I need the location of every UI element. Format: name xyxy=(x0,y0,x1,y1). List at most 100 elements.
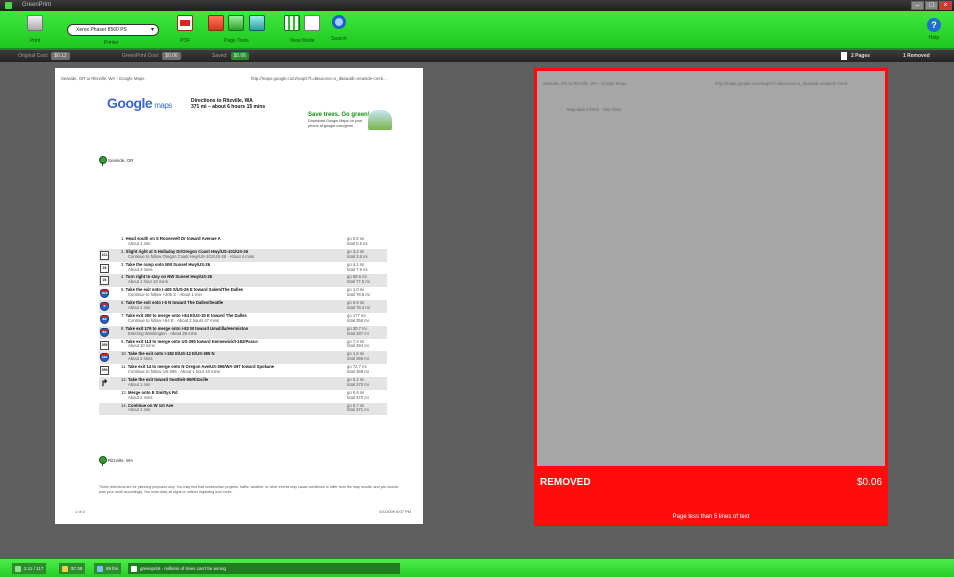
single-page-icon[interactable] xyxy=(304,15,321,31)
direction-step: 1. Head south on S Roosevelt Dr toward A… xyxy=(99,236,387,249)
close-button[interactable]: × xyxy=(939,1,952,10)
edit-page-icon[interactable] xyxy=(248,15,265,31)
step-duration: About 1 hour 10 mins xyxy=(128,279,168,285)
step-text: 2. Slight right at S Holladay Dr/Oregon … xyxy=(121,249,341,260)
page-preview-2[interactable]: Seaside, OR to Ritzville, WA - Google Ma… xyxy=(534,68,888,526)
highway-sign-icon: 395 xyxy=(100,340,109,350)
step-distance: go 0.9 mi total 79.4 mi xyxy=(347,300,387,311)
step-duration: About 1 min xyxy=(128,240,151,246)
direction-step: ↱ 12. Take the exit toward Seattle/I-90/R… xyxy=(99,376,387,390)
pdf-button[interactable]: PDF xyxy=(177,15,193,44)
greenprint-cost: GreenPrint Cost: $0.06 xyxy=(122,50,181,62)
direction-step: 26 3. Take the ramp onto NW Sunset Hwy/US… xyxy=(99,262,387,275)
step-distance: go 0.2 mi total 370 mi xyxy=(347,377,387,388)
stat-trees[interactable]: 2.11 / 117 xyxy=(12,563,47,574)
direction-step: 182 10. Take the exit onto I-182 E/US-12 … xyxy=(99,351,387,365)
end-marker-icon xyxy=(99,456,107,466)
stat-weight[interactable]: 89 lbs xyxy=(94,563,122,574)
directions-steps: 1. Head south on S Roosevelt Dr toward A… xyxy=(99,236,387,416)
direction-step: 395 11. Take exit 14 to merge onto N Oreg… xyxy=(99,364,387,377)
app-window: GreenPrint – □ × Print Xerox Phaser 8560… xyxy=(0,0,954,577)
removed-banner[interactable]: REMOVED $0.06 Page less than 5 lines of … xyxy=(534,466,888,526)
step-number: 11. xyxy=(121,364,127,370)
promo-text: greenprint - millions of trees can't be … xyxy=(140,566,226,571)
step-text: 1. Head south on S Roosevelt Dr toward A… xyxy=(121,236,341,247)
save-trees-sub: Download Google Maps on your phone at go… xyxy=(308,119,363,128)
step-distance: go 4.1 mi total 7.9 mi xyxy=(347,262,387,273)
direction-step: 82 8. Take exit 179 to merge onto I-82 W … xyxy=(99,325,387,339)
stat-money[interactable]: $7.39 xyxy=(59,563,86,574)
page-tools-label: Page Tools xyxy=(224,38,249,44)
remove-page-icon[interactable] xyxy=(208,15,224,31)
highway-sign-icon: 26 xyxy=(100,276,109,286)
step-number: 9. xyxy=(121,338,125,344)
step-number: 10. xyxy=(121,351,127,357)
step-distance-total: total 0.6 mi xyxy=(347,240,368,246)
printer-label-wrap: Printer xyxy=(104,38,119,46)
step-duration: Continue to follow I-84 E · About 2 hour… xyxy=(128,317,220,323)
original-cost-value: $0.12 xyxy=(51,52,70,60)
direction-step: 84 7. Take exit 300 to merge onto I-84 E/… xyxy=(99,313,387,326)
highway-sign-icon: 182 xyxy=(100,353,109,363)
removed-page-content: Seaside, OR to Ritzville, WA - Google Ma… xyxy=(534,68,888,466)
greenprint-icon xyxy=(131,565,137,572)
help-button[interactable]: ? Help xyxy=(927,15,941,41)
step-text: 11. Take exit 14 to merge onto N Oregon … xyxy=(121,364,341,375)
print-icon xyxy=(27,15,43,31)
print-label: Print xyxy=(29,38,41,44)
pages-count: 2 Pages xyxy=(841,50,870,62)
removed-price: $0.06 xyxy=(856,477,882,488)
promo-link[interactable]: greenprint - millions of trees can't be … xyxy=(128,563,400,574)
minimize-button[interactable]: – xyxy=(911,1,924,10)
step-distance: go 7.4 mi total 294 mi xyxy=(347,339,387,350)
step-number: 14. xyxy=(121,402,127,408)
direction-step: 26 4. Turn right to stay on NW Sunset Hwy… xyxy=(99,274,387,288)
step-duration: About 1 min xyxy=(128,407,151,413)
pdf-label: PDF xyxy=(180,38,190,44)
step-distance-total: total 370 mi xyxy=(347,394,369,400)
removed-title: REMOVED xyxy=(540,477,591,488)
step-distance-total: total 296 mi xyxy=(347,356,369,362)
step-duration: Continue to follow Oregon Coast Hwy/US-1… xyxy=(128,253,255,259)
step-distance: go 72.7 mi total 368 mi xyxy=(347,364,387,375)
search-button[interactable]: Search xyxy=(331,15,347,42)
step-text: 9. Take exit 113 to merge onto US-395 to… xyxy=(121,338,341,350)
removed-page-body: Map data ©2009 · Tele Atlas xyxy=(567,107,621,112)
step-distance: go 1.5 mi total 296 mi xyxy=(347,351,387,362)
highway-sign-icon: 405 xyxy=(100,289,109,299)
page-icon xyxy=(841,51,847,60)
highway-sign-icon: 82 xyxy=(100,327,109,337)
main-toolbar: Print Xerox Phaser 8560 PS ▾ Printer PDF… xyxy=(0,11,954,49)
printer-select[interactable]: Xerox Phaser 8560 PS ▾ xyxy=(67,24,159,36)
step-duration: About 1 min xyxy=(128,381,151,387)
restore-page-icon[interactable] xyxy=(228,15,245,31)
highway-sign-icon: 26 xyxy=(100,263,109,273)
step-number: 13. xyxy=(121,389,127,395)
view-mode-icon[interactable] xyxy=(284,15,300,31)
step-number: 1. xyxy=(121,236,125,241)
step-duration: About 2 mins xyxy=(128,356,153,362)
bottom-bar: 2.11 / 117 $7.39 89 lbs greenprint - mil… xyxy=(0,558,954,577)
step-instruction: Take exit 179 to merge onto I-82 W towar… xyxy=(125,325,249,331)
title-bar: GreenPrint – □ × xyxy=(0,0,954,11)
step-text: 12. Take the exit toward Seattle/I-90/Ri… xyxy=(121,377,341,388)
step-number: 7. xyxy=(121,312,125,318)
maximize-button[interactable]: □ xyxy=(925,1,938,10)
google-logo-text: Google xyxy=(107,95,153,111)
step-distance-total: total 79.4 mi xyxy=(347,304,370,310)
stat-weight-label: 89 lbs xyxy=(106,566,119,571)
step-distance: go 3.2 mi total 3.8 mi xyxy=(347,249,387,260)
page-preview-1[interactable]: Seaside, OR to Ritzville, WA - Google Ma… xyxy=(55,68,423,524)
window-controls: – □ × xyxy=(911,1,952,10)
original-cost: Original Cost: $0.12 xyxy=(18,50,70,62)
step-text: 10. Take the exit onto I-182 E/US-12 E/U… xyxy=(121,351,341,362)
direction-step: 101 2. Slight right at S Holladay Dr/Oreg… xyxy=(99,248,387,262)
stat-trees-label: 2.11 / 117 xyxy=(24,566,44,571)
step-duration: Entering Washington · About 28 mins xyxy=(128,330,197,336)
app-icon xyxy=(5,2,12,9)
direction-step: 405 5. Take the exit onto I-405 S/US-26 E… xyxy=(99,287,387,300)
save-trees-ad: Save trees. Go green! Download Google Ma… xyxy=(308,110,392,134)
highway-sign-icon: 84 xyxy=(100,314,109,324)
step-text: 3. Take the ramp onto NW Sunset Hwy/US-2… xyxy=(121,262,341,273)
print-button[interactable]: Print xyxy=(27,15,43,44)
